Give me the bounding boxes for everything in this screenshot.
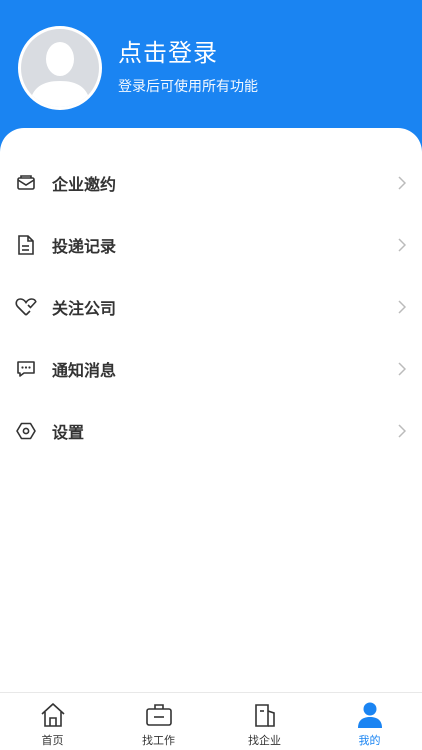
tab-label: 找企业: [248, 734, 281, 747]
chevron-right-icon: [396, 238, 408, 252]
tab-find-jobs[interactable]: 找工作: [106, 693, 211, 750]
heart-check-icon: [15, 296, 37, 318]
avatar[interactable]: [18, 26, 102, 110]
login-subtitle: 登录后可使用所有功能: [118, 79, 258, 95]
person-icon: [355, 701, 385, 729]
menu-item-application-records[interactable]: 投递记录: [0, 214, 422, 276]
avatar-silhouette-icon: [21, 29, 99, 107]
menu-item-notifications[interactable]: 通知消息: [0, 338, 422, 400]
login-title[interactable]: 点击登录: [118, 33, 218, 68]
chevron-right-icon: [396, 176, 408, 190]
menu-item-settings[interactable]: 设置: [0, 400, 422, 462]
message-icon: [15, 358, 37, 380]
tab-label: 首页: [41, 734, 64, 747]
menu-item-label: 通知消息: [52, 361, 117, 380]
building-icon: [250, 701, 280, 729]
document-icon: [15, 234, 37, 256]
tab-find-companies[interactable]: 找企业: [212, 693, 317, 750]
menu-item-label: 设置: [52, 423, 85, 442]
tab-label: 我的: [358, 734, 381, 747]
menu-item-followed-companies[interactable]: 关注公司: [0, 276, 422, 338]
chevron-right-icon: [396, 362, 408, 376]
settings-icon: [15, 420, 37, 442]
tab-home[interactable]: 首页: [0, 693, 105, 750]
menu-sheet: 企业邀约 投递记录 关注公司 通知消息 设置: [0, 128, 422, 694]
bottom-tab-bar: 首页 找工作 找企业 我的: [0, 692, 422, 750]
menu-item-label: 关注公司: [52, 299, 117, 318]
envelope-icon: [15, 172, 37, 194]
chevron-right-icon: [396, 424, 408, 438]
briefcase-icon: [144, 701, 174, 729]
home-icon: [38, 701, 68, 729]
tab-label: 找工作: [142, 734, 175, 747]
menu-item-label: 企业邀约: [52, 175, 117, 194]
menu-item-company-invitations[interactable]: 企业邀约: [0, 152, 422, 214]
tab-me[interactable]: 我的: [317, 693, 422, 750]
menu-item-label: 投递记录: [52, 237, 117, 256]
chevron-right-icon: [396, 300, 408, 314]
